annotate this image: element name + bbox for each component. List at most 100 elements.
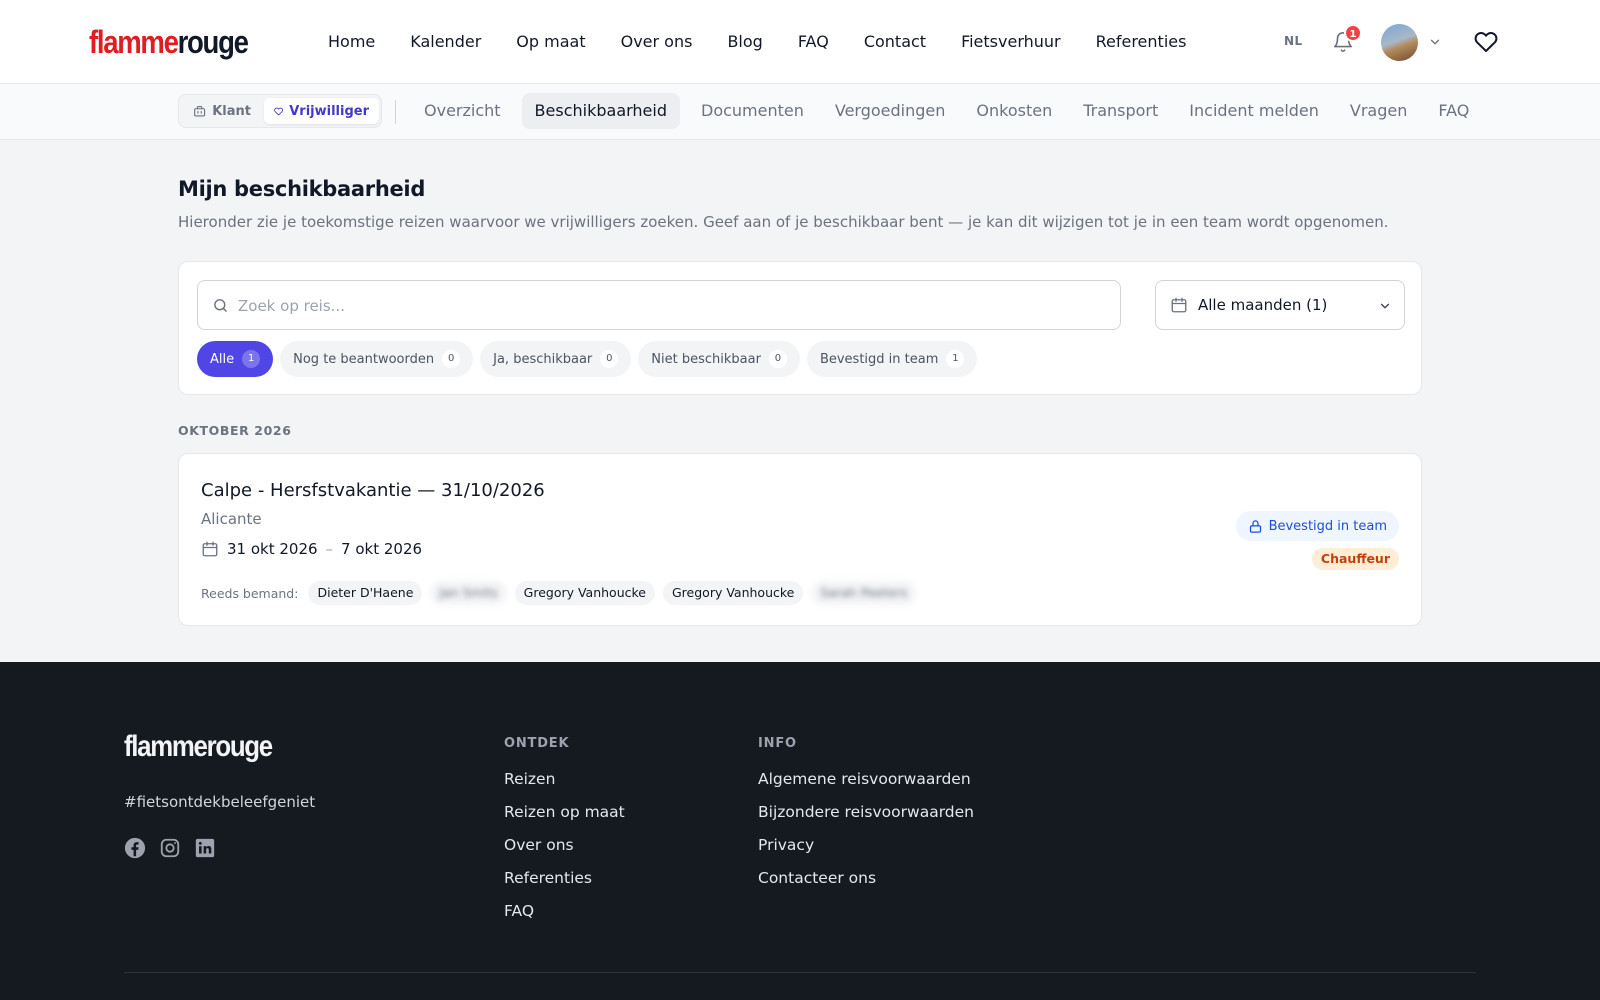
footer: flammerouge #fietsontdekbeleefgeniet ONT… [0,662,1600,1000]
pill-label: Ja, beschikbaar [493,351,593,367]
footer-logo[interactable]: flammerouge [124,730,273,764]
footer-link-privacy[interactable]: Privacy [758,834,974,867]
staffed-list: Reeds bemand: Dieter D'Haene Jan Smits G… [201,581,917,605]
heart-icon [274,107,284,115]
pill-ja-beschikbaar[interactable]: Ja, beschikbaar 0 [480,341,632,377]
status-badge: Bevestigd in team [1235,511,1399,541]
page-subtitle: Hieronder zie je toekomstige reizen waar… [178,213,1389,231]
month-select[interactable]: Alle maanden (1) [1155,280,1405,330]
footer-link-over-ons[interactable]: Over ons [504,834,625,867]
footer-link-bijzondere-reisvoorwaarden[interactable]: Bijzondere reisvoorwaarden [758,801,974,834]
notification-badge: 1 [1344,24,1362,42]
status-label: Bevestigd in team [1268,518,1387,534]
staffed-label: Reeds bemand: [201,585,299,601]
pill-count: 1 [946,350,965,368]
tab-onkosten[interactable]: Onkosten [966,93,1062,129]
nav-fietsverhuur[interactable]: Fietsverhuur [961,29,1061,55]
logo-part-flamme: flamme [89,24,179,60]
linkedin-icon[interactable] [194,837,216,859]
trip-card[interactable]: Calpe - Hersfstvakantie — 31/10/2026 Ali… [178,453,1422,626]
tab-documenten[interactable]: Documenten [691,93,814,129]
social-links [124,837,216,859]
chevron-down-icon [1380,303,1390,309]
person-chip-blurred: Jan Smits [430,581,507,605]
pill-alle[interactable]: Alle 1 [197,341,274,377]
footer-tagline: #fietsontdekbeleefgeniet [124,793,316,811]
filter-card: Alle maanden (1) Alle 1 Nog te beantwoord… [178,261,1422,395]
nav-referenties[interactable]: Referenties [1096,29,1187,55]
pill-count: 0 [600,350,619,368]
lock-icon [1249,519,1261,533]
heart-icon[interactable] [1474,30,1498,54]
search-box [197,280,1121,330]
trip-location: Alicante [201,510,262,528]
role-vrijwilliger-label: Vrijwilliger [289,103,369,119]
sub-nav: Klant Vrijwilliger Overzicht Beschikbaar… [0,84,1600,140]
pill-bevestigd-in-team[interactable]: Bevestigd in team 1 [806,341,978,377]
page-title: Mijn beschikbaarheid [178,177,426,201]
trip-title: Calpe - Hersfstvakantie — 31/10/2026 [201,480,545,501]
sub-tabs: Overzicht Beschikbaarheid Documenten Ver… [414,93,1490,129]
language-switcher[interactable]: NL [1284,34,1303,48]
person-chip: Dieter D'Haene [308,581,423,605]
pill-label: Niet beschikbaar [651,351,761,367]
footer-col-ontdek: ONTDEK Reizen Reizen op maat Over ons Re… [504,736,625,933]
date-separator: – [325,540,334,558]
role-klant-label: Klant [212,103,251,119]
facebook-icon[interactable] [124,837,146,859]
pill-nog-te-beantwoorden[interactable]: Nog te beantwoorden 0 [280,341,474,377]
tab-overzicht[interactable]: Overzicht [414,93,511,129]
footer-link-algemene-reisvoorwaarden[interactable]: Algemene reisvoorwaarden [758,768,974,801]
search-input[interactable] [238,293,1098,319]
role-toggle: Klant Vrijwilliger [178,94,382,128]
tab-vragen[interactable]: Vragen [1340,93,1417,129]
footer-divider [124,972,1476,973]
trip-dates: 31 okt 2026 – 7 okt 2026 [201,540,422,558]
footer-link-contacteer-ons[interactable]: Contacteer ons [758,867,974,900]
footer-link-reizen-op-maat[interactable]: Reizen op maat [504,801,625,834]
nav-faq[interactable]: FAQ [798,29,829,55]
pill-label: Bevestigd in team [819,351,939,367]
tab-faq[interactable]: FAQ [1428,93,1479,129]
role-vrijwilliger-button[interactable]: Vrijwilliger [264,98,379,124]
footer-link-faq[interactable]: FAQ [504,900,625,933]
divider [395,100,396,124]
person-chip: Gregory Vanhoucke [514,581,655,605]
avatar[interactable] [1381,24,1418,61]
footer-link-referenties[interactable]: Referenties [504,867,625,900]
tab-vergoedingen[interactable]: Vergoedingen [825,93,956,129]
footer-col-heading: INFO [758,736,797,751]
month-select-value: Alle maanden (1) [1198,296,1328,314]
tab-transport[interactable]: Transport [1073,93,1168,129]
search-icon [214,299,227,312]
footer-link-reizen[interactable]: Reizen [504,768,625,801]
tab-beschikbaarheid[interactable]: Beschikbaarheid [521,93,680,129]
role-badge: Chauffeur [1311,548,1399,570]
nav-over-ons[interactable]: Over ons [621,29,693,55]
pill-niet-beschikbaar[interactable]: Niet beschikbaar 0 [638,341,800,377]
nav-kalender[interactable]: Kalender [410,29,481,55]
main-nav: Home Kalender Op maat Over ons Blog FAQ … [328,29,1221,55]
tab-incident-melden[interactable]: Incident melden [1179,93,1329,129]
nav-op-maat[interactable]: Op maat [516,29,585,55]
logo-part-rouge: rouge [177,24,249,60]
logo[interactable]: flammerouge [89,24,249,60]
chevron-down-icon[interactable] [1428,35,1442,49]
status-filter-pills: Alle 1 Nog te beantwoorden 0 Ja, beschikba… [197,341,978,377]
footer-col-heading: ONTDEK [504,736,570,751]
footer-col-info: INFO Algemene reisvoorwaarden Bijzondere… [758,736,974,900]
calendar-icon [202,541,218,557]
pill-label: Alle [210,351,235,367]
person-chip: Gregory Vanhoucke [663,581,804,605]
nav-home[interactable]: Home [328,29,375,55]
pill-label: Nog te beantwoorden [293,351,435,367]
trip-date-start: 31 okt 2026 [227,540,318,558]
nav-blog[interactable]: Blog [727,29,762,55]
nav-contact[interactable]: Contact [864,29,926,55]
role-klant-button[interactable]: Klant [183,98,261,124]
month-heading: OKTOBER 2026 [178,423,292,438]
instagram-icon[interactable] [159,837,181,859]
pill-count: 0 [442,350,461,368]
calendar-icon [1171,297,1187,313]
top-header: flammerouge Home Kalender Op maat Over o… [0,0,1600,84]
